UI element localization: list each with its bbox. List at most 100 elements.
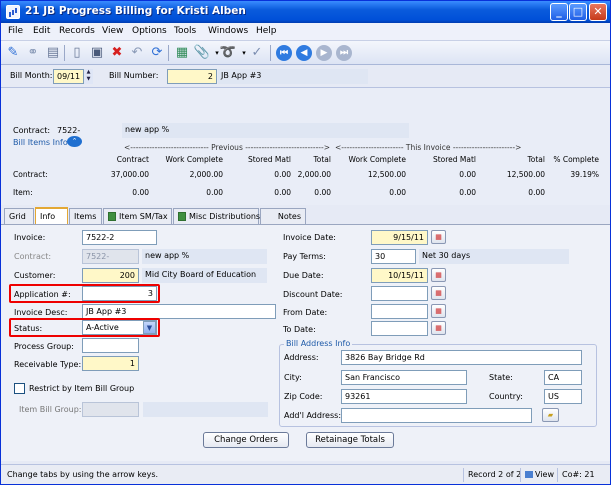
item-bill-group-label: Item Bill Group: xyxy=(19,405,82,414)
toolbar-divider xyxy=(270,45,271,61)
menu-file[interactable]: File xyxy=(8,26,23,36)
status-bar: Change tabs by using the arrow keys. Rec… xyxy=(1,464,610,484)
tab-misc-distributions[interactable]: Misc Distributions xyxy=(173,208,260,224)
calculator-icon[interactable]: ▦ xyxy=(173,44,191,62)
calendar-icon[interactable]: ▦ xyxy=(431,268,446,282)
restrict-checkbox[interactable] xyxy=(14,383,25,394)
menu-options[interactable]: Options xyxy=(132,26,167,36)
invoice-field[interactable]: 7522-2 xyxy=(82,230,157,245)
info-panel: Invoice: 7522-2 Contract: 7522- new app … xyxy=(1,224,610,461)
undo-icon[interactable]: ↶ xyxy=(128,44,146,62)
col-prev-stored: Stored Matl xyxy=(247,155,291,164)
bill-header: Bill Month: 09/11 ▲ ▼ Bill Number: 2 JB A… xyxy=(1,65,610,88)
row-contract-label: Contract: xyxy=(13,170,48,179)
tab-item-sm-tax[interactable]: Item SM/Tax xyxy=(103,208,172,224)
table-cell: 0.00 xyxy=(528,188,545,197)
contract-field: 7522- xyxy=(82,249,139,264)
table-cell: 12,500.00 xyxy=(506,170,545,179)
from-date-label: From Date: xyxy=(283,308,328,317)
col-prev-total: Total xyxy=(313,155,331,164)
monitor-icon xyxy=(525,471,533,478)
menu-view[interactable]: View xyxy=(102,26,123,36)
toolbar-divider xyxy=(168,45,169,61)
process-group-field[interactable] xyxy=(82,338,139,353)
addl-address-label: Add'l Address: xyxy=(284,411,342,420)
due-date-field[interactable]: 10/15/11 xyxy=(371,268,428,283)
menu-edit[interactable]: Edit xyxy=(33,26,50,36)
spell-check-icon[interactable]: ✓ xyxy=(248,44,266,62)
app-icon xyxy=(6,5,20,19)
bill-month-spinner[interactable]: ▲ ▼ xyxy=(83,69,93,84)
menu-records[interactable]: Records xyxy=(59,26,95,36)
view-indicator[interactable]: View xyxy=(520,468,558,482)
pay-terms-field[interactable]: 30 xyxy=(371,249,416,264)
receivable-type-field[interactable]: 1 xyxy=(82,356,139,371)
status-label: Status: xyxy=(14,324,43,333)
invoice-desc-label: Invoice Desc: xyxy=(14,308,68,317)
calendar-icon[interactable]: ▦ xyxy=(431,304,446,318)
bill-number-field[interactable]: 2 xyxy=(167,69,217,84)
receivable-type-label: Receivable Type: xyxy=(14,360,82,369)
minimize-button[interactable]: _ xyxy=(550,3,568,21)
table-cell: 0.00 xyxy=(274,170,291,179)
bill-items-info-title: Bill Items Info xyxy=(13,138,68,147)
record-counter: Record 2 of 2 xyxy=(463,468,525,482)
to-date-field[interactable] xyxy=(371,321,428,336)
row-item-label: Item: xyxy=(13,188,33,197)
calendar-icon[interactable]: ▦ xyxy=(431,321,446,335)
address-field[interactable]: 3826 Bay Bridge Rd xyxy=(341,350,582,365)
last-record-icon[interactable]: ⏭ xyxy=(336,45,352,61)
tab-grid[interactable]: Grid xyxy=(4,208,34,224)
bill-number-label: Bill Number: xyxy=(109,71,159,80)
menu-windows[interactable]: Windows xyxy=(208,26,248,36)
chevron-down-icon[interactable]: ▼ xyxy=(143,321,156,334)
table-cell: 0.00 xyxy=(389,188,406,197)
invoice-date-field[interactable]: 9/15/11 xyxy=(371,230,428,245)
save-icon[interactable]: ▣ xyxy=(88,44,106,62)
tab-items[interactable]: Items xyxy=(69,208,102,224)
print-icon[interactable]: ▤ xyxy=(44,44,62,62)
city-field[interactable]: San Francisco xyxy=(341,370,467,385)
col-this-total: Total xyxy=(527,155,545,164)
document-icon[interactable]: ▯ xyxy=(68,44,86,62)
toolbar-divider xyxy=(64,45,65,61)
zip-field[interactable]: 93261 xyxy=(341,389,467,404)
tab-info[interactable]: Info xyxy=(35,207,68,224)
first-record-icon[interactable]: ⏮ xyxy=(276,45,292,61)
country-field[interactable]: US xyxy=(544,389,582,404)
menu-help[interactable]: Help xyxy=(256,26,277,36)
invoice-label: Invoice: xyxy=(14,233,46,242)
change-orders-button[interactable]: Change Orders xyxy=(203,432,289,448)
refresh-icon[interactable]: ⟳ xyxy=(148,44,166,62)
col-this-stored: Stored Matl xyxy=(432,155,476,164)
close-button[interactable]: ✕ xyxy=(589,3,607,21)
application-number-field[interactable]: 3 xyxy=(82,286,157,301)
discount-date-field[interactable] xyxy=(371,286,428,301)
new-record-icon[interactable]: ✎ xyxy=(4,44,22,62)
menu-tools[interactable]: Tools xyxy=(174,26,196,36)
state-field[interactable]: CA xyxy=(544,370,582,385)
table-cell: 12,500.00 xyxy=(367,170,406,179)
contract-label: Contract: xyxy=(14,252,52,261)
retainage-totals-button[interactable]: Retainage Totals xyxy=(306,432,394,448)
due-date-label: Due Date: xyxy=(283,271,324,280)
calendar-icon[interactable]: ▦ xyxy=(431,230,446,244)
next-record-icon[interactable]: ▶ xyxy=(316,45,332,61)
item-bill-group-field xyxy=(82,402,139,417)
country-label: Country: xyxy=(489,392,523,401)
from-date-field[interactable] xyxy=(371,304,428,319)
delete-icon[interactable]: ✖ xyxy=(108,44,126,62)
folder-icon[interactable]: ▰ xyxy=(542,408,559,422)
collapse-chevron-icon[interactable]: ⌃ xyxy=(67,136,82,147)
tab-notes[interactable]: Notes xyxy=(260,208,306,224)
bi-contract-value: 7522- xyxy=(57,126,81,135)
customer-field[interactable]: 200 xyxy=(82,268,139,283)
calendar-icon[interactable]: ▦ xyxy=(431,286,446,300)
maximize-button[interactable]: □ xyxy=(569,3,587,21)
previous-record-icon[interactable]: ◀ xyxy=(296,45,312,61)
addl-address-field[interactable] xyxy=(341,408,532,423)
bi-contract-label: Contract: xyxy=(13,126,51,135)
link-icon[interactable]: ⚭ xyxy=(24,44,42,62)
this-invoice-header: <----------------------- This Invoice --… xyxy=(335,143,522,152)
invoice-desc-field[interactable]: JB App #3 xyxy=(82,304,276,319)
